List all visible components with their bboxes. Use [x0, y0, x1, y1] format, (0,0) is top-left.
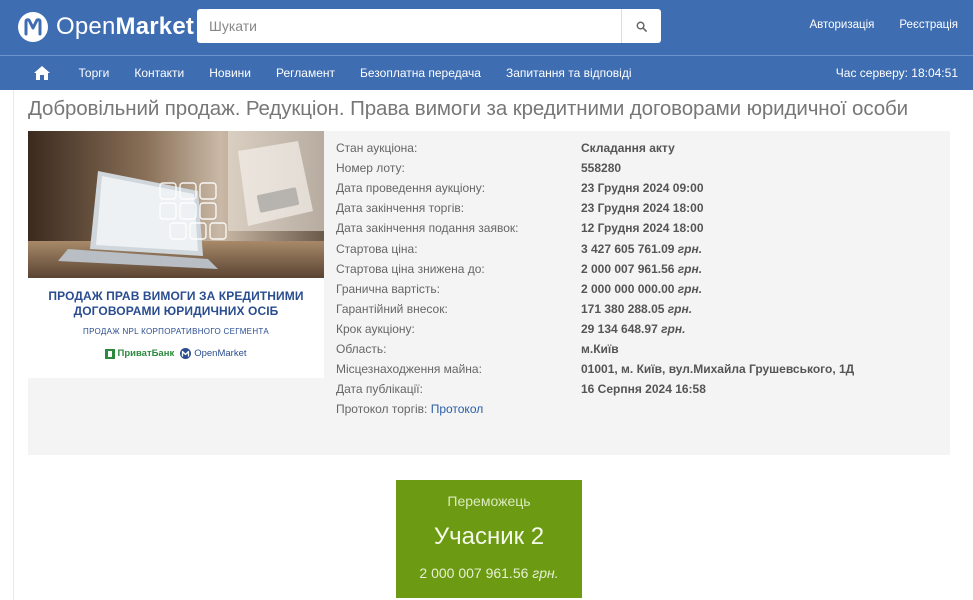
- logo[interactable]: OpenMarket: [18, 12, 194, 42]
- winner-name: Учасник 2: [433, 523, 545, 550]
- nav-item-free-transfer[interactable]: Безоплатна передача: [348, 66, 494, 80]
- openmarket-small-icon: [180, 348, 192, 359]
- openmarket-banner-logo: OpenMarket: [180, 348, 247, 359]
- detail-row-step: Крок аукціону: 29 134 648.97 грн.: [336, 321, 686, 336]
- banner-heading: ПРОДАЖ ПРАВ ВИМОГИ ЗА КРЕДИТНИМИ ДОГОВОР…: [48, 289, 304, 318]
- server-time: Час серверу: 18:04:51: [835, 66, 958, 80]
- nav-item-trades[interactable]: Торги: [66, 66, 122, 80]
- lot-banner: ПРОДАЖ ПРАВ ВИМОГИ ЗА КРЕДИТНИМИ ДОГОВОР…: [28, 131, 324, 378]
- nav-item-contacts[interactable]: Контакти: [122, 66, 197, 80]
- detail-row-status: Стан аукціона: Складання акту: [336, 141, 675, 156]
- top-header: OpenMarket Авторизація Реєстрація: [0, 0, 973, 55]
- auction-status: Складання акту: [581, 141, 675, 156]
- login-link[interactable]: Авторизація: [809, 19, 874, 31]
- auction-step: 29 134 648.97 грн.: [581, 321, 686, 336]
- auth-links: Авторизація Реєстрація: [809, 19, 958, 31]
- publication-date: 16 Серпня 2024 16:58: [581, 382, 706, 397]
- nav-item-faq[interactable]: Запитання та відповіді: [493, 66, 644, 80]
- lot-details: Стан аукціона: Складання акту Номер лоту…: [336, 138, 854, 419]
- server-time-value: 18:04:51: [911, 66, 958, 80]
- detail-row-region: Область: м.Київ: [336, 341, 619, 356]
- logo-text: OpenMarket: [56, 13, 195, 40]
- detail-row-location: Місцезнаходження майна: 01001, м. Київ, …: [336, 362, 855, 377]
- search-bar: [197, 9, 661, 43]
- privatbank-icon: [105, 348, 116, 359]
- region: м.Київ: [581, 341, 619, 356]
- property-location: 01001, м. Київ, вул.Михайла Грушевського…: [581, 362, 855, 377]
- privatbank-logo: ПриватБанк: [105, 348, 174, 359]
- page-title: Добровільний продаж. Редукціон. Права ви…: [28, 97, 908, 120]
- register-link[interactable]: Реєстрація: [899, 19, 958, 31]
- detail-row-bids-end: Дата закінчення подання заявок: 12 Грудн…: [336, 221, 704, 236]
- detail-row-published: Дата публікації: 16 Серпня 2024 16:58: [336, 382, 706, 397]
- guarantee-deposit: 171 380 288.05 грн.: [581, 301, 693, 316]
- nav-item-news[interactable]: Новини: [197, 66, 264, 80]
- banner-text: ПРОДАЖ ПРАВ ВИМОГИ ЗА КРЕДИТНИМИ ДОГОВОР…: [28, 289, 324, 359]
- main-nav: Торги Контакти Новини Регламент Безоплат…: [0, 55, 973, 90]
- winner-price: 2 000 007 961.56 грн.: [419, 565, 559, 581]
- detail-row-start-price: Стартова ціна: 3 427 605 761.09 грн.: [336, 241, 703, 256]
- banner-photo: [28, 131, 324, 278]
- detail-row-auction-date: Дата проведення аукціону: 23 Грудня 2024…: [336, 181, 704, 196]
- detail-row-protocol: Протокол торгів: Протокол: [336, 402, 484, 417]
- page-border: [13, 90, 14, 600]
- home-icon[interactable]: [34, 65, 50, 81]
- search-input[interactable]: [197, 9, 621, 43]
- detail-row-limit-value: Гранична вартість: 2 000 000 000.00 грн.: [336, 281, 703, 296]
- reduced-price: 2 000 007 961.56 грн.: [581, 261, 703, 276]
- auction-date: 23 Грудня 2024 09:00: [581, 181, 704, 196]
- banner-subheading: ПРОДАЖ NPL КОРПОРАТИВНОГО СЕГМЕНТА: [83, 327, 269, 336]
- lot-panel: ПРОДАЖ ПРАВ ВИМОГИ ЗА КРЕДИТНИМИ ДОГОВОР…: [28, 131, 950, 455]
- lot-number: 558280: [581, 161, 622, 176]
- detail-row-trading-end: Дата закінчення торгів: 23 Грудня 2024 1…: [336, 201, 704, 216]
- search-button[interactable]: [621, 9, 661, 43]
- winner-box: Переможець Учасник 2 2 000 007 961.56 гр…: [396, 480, 582, 598]
- detail-row-guarantee: Гарантійний внесок: 171 380 288.05 грн.: [336, 301, 693, 316]
- start-price: 3 427 605 761.09 грн.: [581, 241, 703, 256]
- detail-row-reduced-price: Стартова ціна знижена до: 2 000 007 961.…: [336, 261, 703, 276]
- protocol-link[interactable]: Протокол: [431, 402, 484, 416]
- bids-end-date: 12 Грудня 2024 18:00: [581, 221, 704, 236]
- nav-item-regulations[interactable]: Регламент: [264, 66, 348, 80]
- trading-end-date: 23 Грудня 2024 18:00: [581, 201, 704, 216]
- detail-row-lot: Номер лоту: 558280: [336, 161, 622, 176]
- nav-items: Торги Контакти Новини Регламент Безоплат…: [66, 66, 644, 80]
- banner-logos: ПриватБанк OpenMarket: [28, 348, 324, 359]
- winner-label: Переможець: [447, 493, 531, 509]
- search-icon: [636, 21, 647, 32]
- openmarket-logo-icon: [18, 12, 48, 42]
- limit-value: 2 000 000 000.00 грн.: [581, 281, 703, 296]
